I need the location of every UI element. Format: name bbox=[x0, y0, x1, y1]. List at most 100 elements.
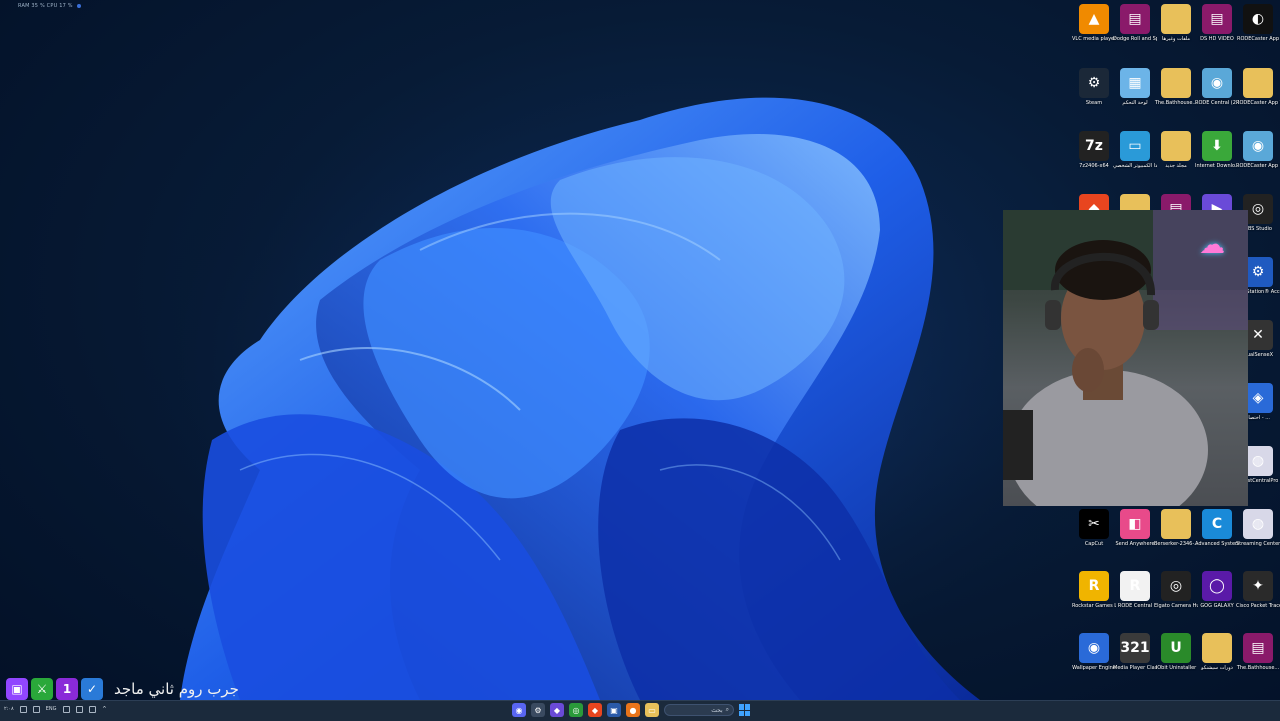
chrome-icon[interactable]: ◎ bbox=[569, 703, 583, 717]
desktop-icon[interactable]: 7z 7z2406-x64 bbox=[1072, 127, 1116, 169]
desktop-icon-label: Dodge Roll and Sprint-496-2-30... bbox=[1113, 36, 1157, 42]
desktop-icon-label: The.Bathhouse... bbox=[1236, 665, 1280, 671]
chevron-up-icon[interactable]: ⌃ bbox=[102, 705, 108, 713]
discord-icon[interactable]: ◉ bbox=[512, 703, 526, 717]
desktop-icon[interactable]: RODECaster App Windows v2.0.102 bbox=[1236, 64, 1280, 106]
desktop-icon[interactable]: ◉ RODECaster App (2.0.102) bbox=[1236, 127, 1280, 169]
desktop-icon-label: Cisco Packet Tracer bbox=[1236, 603, 1280, 609]
desktop-icon[interactable]: ▦ لوحة التحكم bbox=[1113, 64, 1157, 106]
installer-icon: ◉ bbox=[1243, 131, 1273, 161]
settings-icon[interactable]: ⚙ bbox=[531, 703, 545, 717]
microphone-icon[interactable] bbox=[75, 705, 83, 713]
twitch-icon: ▣ bbox=[6, 678, 28, 700]
folder-icon bbox=[1161, 509, 1191, 539]
iobit-icon: U bbox=[1161, 633, 1191, 663]
desktop-icon[interactable]: ✦ Cisco Packet Tracer bbox=[1236, 567, 1280, 609]
performance-overlay: RAM 35 % CPU 17 % bbox=[18, 3, 81, 9]
desktop-icon[interactable]: U IObit Uninstaller bbox=[1154, 629, 1198, 671]
desktop-icon[interactable]: ⬇ Internet Downlo... bbox=[1195, 127, 1239, 169]
desktop-icon-label: DS HD VIDEO bbox=[1200, 36, 1234, 42]
app-icon[interactable]: ◆ bbox=[550, 703, 564, 717]
desktop-icon[interactable]: ▭ هذا الكمبيوتر الشخصي bbox=[1113, 127, 1157, 169]
desktop-icon[interactable]: Berserker-2346-... bbox=[1154, 505, 1198, 547]
vlc-icon: ▲ bbox=[1079, 4, 1109, 34]
winrar-icon: ▤ bbox=[1120, 4, 1150, 34]
desktop-icon-label: RODECaster App (2.0.102) bbox=[1236, 163, 1280, 169]
brave-icon[interactable]: ◆ bbox=[588, 703, 602, 717]
clock-text[interactable]: ٢:٠٨ bbox=[4, 706, 14, 712]
battery-icon[interactable] bbox=[19, 705, 27, 713]
cloud-lightning-icon: ☁ bbox=[1199, 230, 1225, 260]
desktop-icon[interactable]: C Advanced SystemCare bbox=[1195, 505, 1239, 547]
desktop-icon[interactable]: R Rockstar Games Launcher bbox=[1072, 567, 1116, 609]
streaming-center-icon: ◍ bbox=[1243, 509, 1273, 539]
desktop-icon[interactable]: ⚙ Steam bbox=[1072, 64, 1116, 106]
desktop-icon-label: مجلد جديد bbox=[1165, 163, 1187, 169]
desktop-icon[interactable]: ◧ Send Anywhere bbox=[1113, 505, 1157, 547]
desktop-icon[interactable]: مجلد جديد bbox=[1154, 127, 1198, 169]
taskbar-search[interactable]: بحث ⌕ bbox=[664, 704, 734, 716]
desktop-icon-label: Media Player Classic bbox=[1113, 665, 1157, 671]
rode-icon: R bbox=[1120, 571, 1150, 601]
desktop-icon-label: Steam bbox=[1085, 100, 1103, 106]
desktop-icon[interactable]: ▤ DS HD VIDEO bbox=[1195, 0, 1239, 42]
desktop-icon[interactable]: ◐ RODECaster App bbox=[1236, 0, 1280, 42]
desktop-icon-label: Berserker-2346-... bbox=[1154, 541, 1198, 547]
desktop-icon-label: The.Bathhouse... bbox=[1154, 100, 1198, 106]
search-icon: ⌕ bbox=[725, 706, 729, 713]
desktop-icon[interactable]: ◉ Wallpaper Engine bbox=[1072, 629, 1116, 671]
volume-icon[interactable] bbox=[88, 705, 96, 713]
desktop-icon[interactable]: ملفات وغيرها bbox=[1154, 0, 1198, 42]
desktop: RAM 35 % CPU 17 % ▲ VLC media player ▤ Dodg… bbox=[0, 0, 1280, 700]
firefox-icon[interactable]: ● bbox=[626, 703, 640, 717]
taskbar-apps: ◉ ⚙ ◆ ◎ ◆ ▣ ● ▭ بحث ⌕ bbox=[512, 703, 751, 717]
desktop-icon[interactable]: ◯ GOG GALAXY bbox=[1195, 567, 1239, 609]
rodecaster-icon: ◐ bbox=[1243, 4, 1273, 34]
store-icon[interactable]: ▣ bbox=[607, 703, 621, 717]
overlay-text: جرب روم ثاني ماجد bbox=[114, 680, 239, 698]
language-indicator[interactable]: ENG bbox=[46, 706, 57, 712]
sword-icon: ⚔ bbox=[31, 678, 53, 700]
desktop-icon-label: Rockstar Games Launcher bbox=[1072, 603, 1116, 609]
desktop-icon[interactable]: ◍ Streaming Center bbox=[1236, 505, 1280, 547]
display-icon[interactable] bbox=[32, 705, 40, 713]
monitor-icon: ▭ bbox=[1120, 131, 1150, 161]
system-tray: ٢:٠٨ ENG ⌃ bbox=[4, 705, 107, 713]
desktop-icon-label: GOG GALAXY bbox=[1200, 603, 1234, 609]
idm-icon: ⬇ bbox=[1202, 131, 1232, 161]
steam-icon: ⚙ bbox=[1079, 68, 1109, 98]
desktop-icon-label: RODE Central bbox=[1117, 603, 1153, 609]
desktop-icon[interactable]: ▲ VLC media player bbox=[1072, 0, 1116, 42]
elgato-icon: ◎ bbox=[1161, 571, 1191, 601]
file-explorer-icon[interactable]: ▭ bbox=[645, 703, 659, 717]
desktop-icon-label: دورات سيشنكو bbox=[1201, 665, 1233, 671]
desktop-icon-label: RODECaster App bbox=[1236, 36, 1280, 42]
folder-icon bbox=[1161, 68, 1191, 98]
start-button[interactable] bbox=[739, 704, 751, 716]
network-icon[interactable] bbox=[62, 705, 70, 713]
folder-icon bbox=[1161, 131, 1191, 161]
desktop-icon-label: لوحة التحكم bbox=[1122, 100, 1148, 106]
desktop-icon[interactable]: 321 Media Player Classic bbox=[1113, 629, 1157, 671]
check-icon: ✓ bbox=[81, 678, 103, 700]
send-anywhere-icon: ◧ bbox=[1120, 509, 1150, 539]
ccleaner-icon: C bbox=[1202, 509, 1232, 539]
desktop-icon-label: RODECaster App Windows v2.0.102 bbox=[1236, 100, 1280, 106]
desktop-icon[interactable]: The.Bathhouse... bbox=[1154, 64, 1198, 106]
desktop-icon[interactable]: ◎ Elgato Camera Hub bbox=[1154, 567, 1198, 609]
first-badge-icon: 1 bbox=[56, 678, 78, 700]
desktop-icon-label: VLC media player bbox=[1072, 36, 1116, 42]
desktop-icon[interactable]: ✂ CapCut bbox=[1072, 505, 1116, 547]
gog-icon: ◯ bbox=[1202, 571, 1232, 601]
search-placeholder: بحث bbox=[711, 706, 723, 714]
desktop-icon[interactable]: ▤ The.Bathhouse... bbox=[1236, 629, 1280, 671]
desktop-icon[interactable]: R RODE Central bbox=[1113, 567, 1157, 609]
desktop-icon[interactable]: دورات سيشنكو bbox=[1195, 629, 1239, 671]
perf-text: RAM 35 % CPU 17 % bbox=[18, 3, 73, 9]
desktop-icon-label: Internet Downlo... bbox=[1195, 163, 1239, 169]
status-dot-icon bbox=[76, 3, 81, 8]
desktop-icon[interactable]: ▤ Dodge Roll and Sprint-496-2-30... bbox=[1113, 0, 1157, 42]
desktop-icon[interactable]: ◉ RODE Central (2.0.65) bbox=[1195, 64, 1239, 106]
7zip-icon: 7z bbox=[1079, 131, 1109, 161]
cisco-icon: ✦ bbox=[1243, 571, 1273, 601]
